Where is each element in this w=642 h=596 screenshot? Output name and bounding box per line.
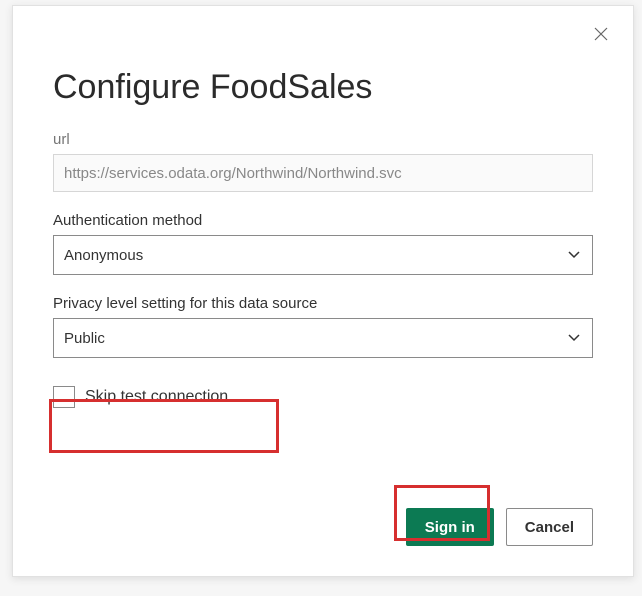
skip-test-checkbox[interactable]: [53, 386, 75, 408]
url-field-group: url: [53, 131, 593, 192]
auth-select[interactable]: Anonymous: [53, 235, 593, 275]
auth-label: Authentication method: [53, 212, 593, 229]
cancel-button[interactable]: Cancel: [506, 508, 593, 546]
privacy-select[interactable]: Public: [53, 318, 593, 358]
privacy-field-group: Privacy level setting for this data sour…: [53, 295, 593, 358]
skip-test-label: Skip test connection: [85, 388, 228, 406]
dialog-button-row: Sign in Cancel: [406, 508, 593, 546]
dialog-title: Configure FoodSales: [53, 68, 593, 107]
configure-dialog: Configure FoodSales url Authentication m…: [12, 5, 634, 577]
url-input[interactable]: [53, 154, 593, 192]
auth-field-group: Authentication method Anonymous: [53, 212, 593, 275]
skip-test-row: Skip test connection: [53, 386, 593, 408]
close-button[interactable]: [591, 24, 611, 44]
close-icon: [594, 27, 608, 41]
signin-button[interactable]: Sign in: [406, 508, 494, 546]
privacy-label: Privacy level setting for this data sour…: [53, 295, 593, 312]
url-label: url: [53, 131, 593, 148]
